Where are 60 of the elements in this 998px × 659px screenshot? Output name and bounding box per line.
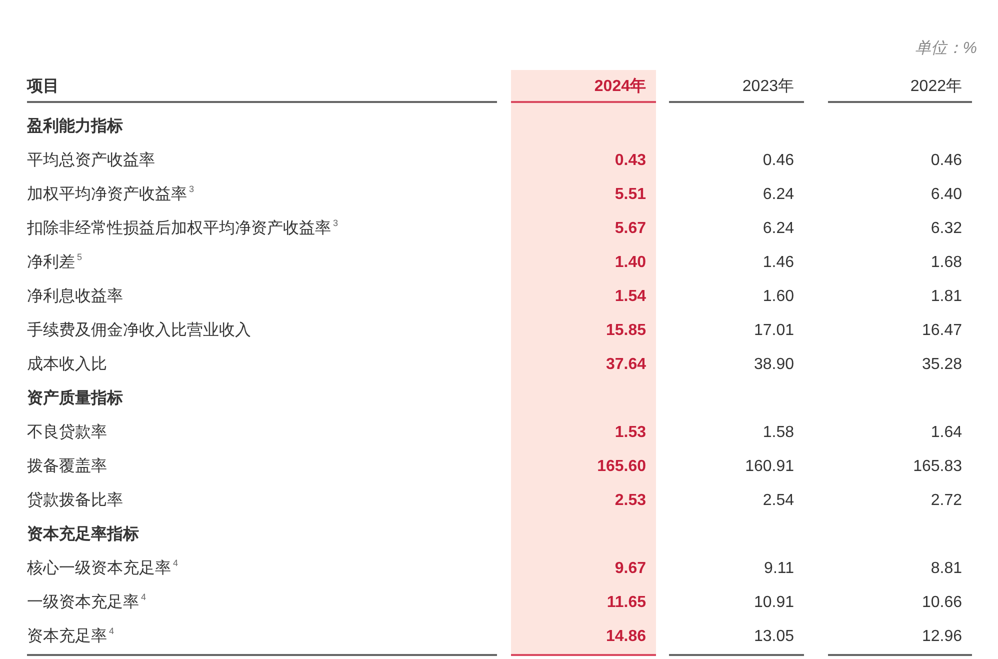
section-heading: 资产质量指标 <box>27 390 123 407</box>
table-cell: 1.53 <box>511 416 656 450</box>
column-header: 2022年 <box>828 70 972 103</box>
table-cell-text: 35.28 <box>920 355 963 375</box>
table-cell: 9.67 <box>511 552 656 586</box>
table-cell-text: 16.47 <box>920 321 963 341</box>
table-cell: 12.96 <box>828 620 972 656</box>
table-cell-text: 2.72 <box>930 491 963 511</box>
table-cell-text: 10.91 <box>752 593 795 613</box>
table-cell: 5.51 <box>511 178 656 212</box>
row-label: 拨备覆盖率 <box>27 458 107 475</box>
table-cell-text: 1.60 <box>762 287 795 307</box>
row-label: 手续费及佣金净收入比营业收入 <box>27 322 251 339</box>
table-cell: 5.67 <box>511 212 656 246</box>
table-cell-text: 160.91 <box>744 457 795 477</box>
column-header: 2024年 <box>511 70 656 103</box>
table-cell: 0.43 <box>511 144 656 178</box>
table-cell: 14.86 <box>511 620 656 656</box>
table-cell-text: 0.46 <box>762 151 795 171</box>
row-label: 加权平均净资产收益率$^{3}$ <box>27 186 194 203</box>
table-cell-text: 9.11 <box>763 559 795 579</box>
table-cell-text: 8.81 <box>930 559 963 579</box>
row-label: 核心一级资本充足率$^{4}$ <box>27 560 178 577</box>
table-cell-text: 2.54 <box>762 491 795 511</box>
table-cell-text: 165.83 <box>912 457 963 477</box>
row-label: 净利息收益率 <box>27 288 123 305</box>
row-label: 成本收入比 <box>27 356 107 373</box>
table-cell-text: 1.46 <box>762 253 795 273</box>
row-label: 不良贷款率 <box>27 424 107 441</box>
table-cell: 11.65 <box>511 586 656 620</box>
row-label: 净利差$^{5}$ <box>27 254 82 271</box>
table-cell: 2.53 <box>511 484 656 518</box>
table-cell-text: 1.64 <box>930 423 963 443</box>
table-cell-text: 10.66 <box>920 593 963 613</box>
table-cell-text: 6.32 <box>930 219 963 239</box>
row-label: 扣除非经常性损益后加权平均净资产收益率$^{3}$ <box>27 220 338 237</box>
table-cell: 1.54 <box>511 280 656 314</box>
table-cell-text: 6.40 <box>930 185 963 205</box>
table-cell: 165.60 <box>511 450 656 484</box>
table-cell-text: 38.90 <box>752 355 795 375</box>
table-cell-text: 6.24 <box>762 219 795 239</box>
section-heading: 资本充足率指标 <box>27 526 139 543</box>
column-header: 2023年 <box>669 70 804 103</box>
table-cell: 13.05 <box>669 620 804 656</box>
table-cell-text: 17.01 <box>752 321 795 341</box>
row-label: 贷款拨备比率 <box>27 492 123 509</box>
table-cell-text: 0.46 <box>930 151 963 171</box>
row-label: 资本充足率$^{4}$ <box>27 628 114 645</box>
unit-label: 单位：% <box>914 39 977 59</box>
table-cell: 15.85 <box>511 314 656 348</box>
row-label: 一级资本充足率$^{4}$ <box>27 594 146 611</box>
table-cell-text: 1.68 <box>930 253 963 273</box>
section-heading: 盈利能力指标 <box>27 118 123 135</box>
row-label: 平均总资产收益率 <box>27 152 155 169</box>
table-cell-text: 1.81 <box>930 287 963 307</box>
table-cell: 1.40 <box>511 246 656 280</box>
column-header: 项目 <box>27 70 497 103</box>
table-cell: 37.64 <box>511 348 656 382</box>
table-cell-text: 6.24 <box>762 185 795 205</box>
table-cell-text: 1.58 <box>762 423 795 443</box>
